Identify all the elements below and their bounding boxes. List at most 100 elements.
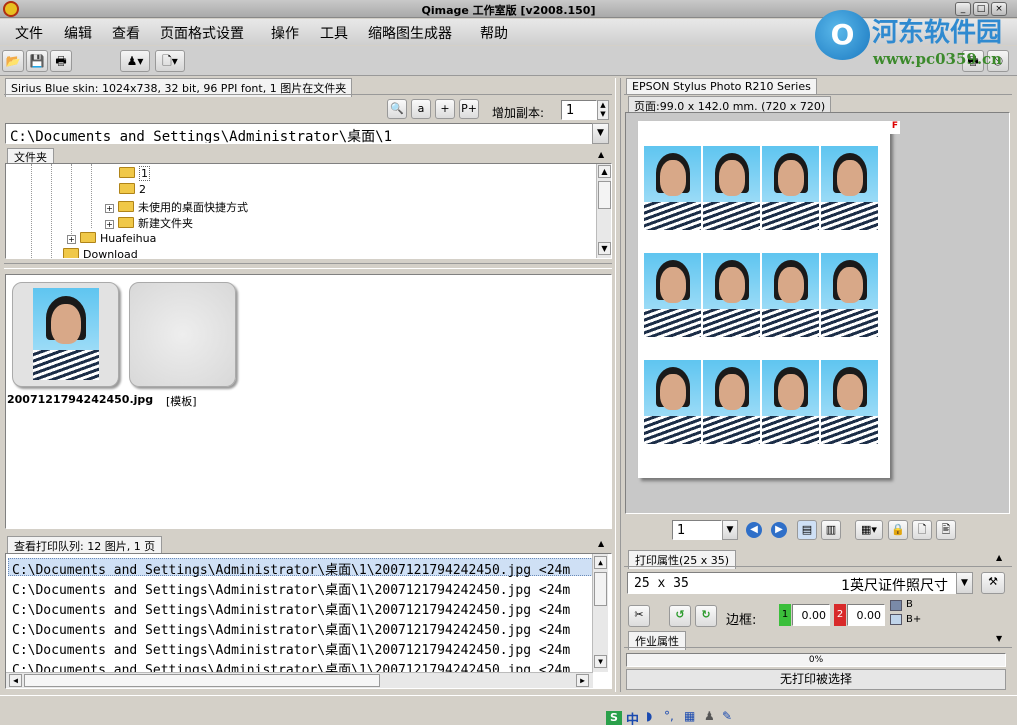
tree-node[interactable]: + Huafeihua: [67, 232, 156, 245]
expand-icon[interactable]: +: [105, 220, 114, 229]
page-preview[interactable]: [638, 121, 890, 478]
thumbnail-photo[interactable]: [12, 282, 119, 387]
tree-node[interactable]: + 新建文件夹: [105, 215, 193, 231]
menu-tools[interactable]: 工具: [320, 23, 348, 43]
queue-row[interactable]: C:\Documents and Settings\Administrator\…: [12, 619, 570, 638]
collapse-props-icon[interactable]: ▲: [996, 553, 1002, 562]
printer-tab[interactable]: EPSON Stylus Photo R210 Series: [626, 78, 817, 94]
layout-photo[interactable]: [762, 253, 819, 337]
tree-node[interactable]: 1: [119, 166, 150, 181]
collapse-queue-icon[interactable]: ▲: [598, 539, 604, 548]
add-icon[interactable]: +: [435, 99, 455, 119]
layout-photo[interactable]: [821, 360, 878, 444]
queue-row[interactable]: C:\Documents and Settings\Administrator\…: [12, 579, 570, 598]
menu-file[interactable]: 文件: [15, 23, 43, 43]
ime-language[interactable]: 中: [626, 709, 639, 725]
menu-page-format[interactable]: 页面格式设置: [160, 23, 244, 43]
collapse-tree-icon[interactable]: ▲: [598, 150, 604, 159]
path-dropdown-icon[interactable]: ▼: [592, 123, 609, 144]
rotate-left-icon[interactable]: ↺: [669, 605, 691, 627]
layout-photo[interactable]: [821, 253, 878, 337]
hscroll-thumb[interactable]: [24, 674, 380, 687]
lock-icon[interactable]: 🔒: [888, 520, 908, 540]
expand-icon[interactable]: +: [105, 204, 114, 213]
menu-edit[interactable]: 编辑: [64, 23, 92, 43]
ime-punct-icon[interactable]: °,: [664, 709, 674, 723]
prev-page-icon[interactable]: ◀: [746, 522, 762, 538]
page-dropdown-icon[interactable]: ▼: [722, 520, 738, 540]
menu-view[interactable]: 查看: [112, 23, 140, 43]
single-page-view-icon[interactable]: ▤: [797, 520, 817, 540]
ime-logo-icon[interactable]: S: [606, 711, 622, 725]
next-page-icon[interactable]: ▶: [771, 522, 787, 538]
border-2-input[interactable]: 0.00: [847, 604, 885, 626]
layout-photo[interactable]: [762, 146, 819, 230]
folder-icon: [118, 217, 134, 228]
scroll-up-icon[interactable]: ▲: [598, 165, 611, 178]
queue-row[interactable]: C:\Documents and Settings\Administrator\…: [12, 639, 570, 658]
layout-photo[interactable]: [703, 253, 760, 337]
layout-photo[interactable]: [762, 360, 819, 444]
menu-thumbnail-generator[interactable]: 缩略图生成器: [368, 23, 452, 43]
path-combo[interactable]: C:\Documents and Settings\Administrator\…: [5, 123, 595, 144]
text-a-icon[interactable]: a: [411, 99, 431, 119]
page-select[interactable]: 1: [672, 520, 722, 540]
open-folder-icon[interactable]: 📂: [2, 50, 24, 72]
crop-icon[interactable]: ✂: [628, 605, 650, 627]
border-1-input[interactable]: 0.00: [792, 604, 830, 626]
ime-settings-icon[interactable]: ✎: [722, 709, 732, 723]
menu-operation[interactable]: 操作: [271, 23, 299, 43]
rotate-right-icon[interactable]: ↻: [695, 605, 717, 627]
tree-node[interactable]: 2: [119, 183, 146, 196]
expand-icon[interactable]: +: [67, 235, 76, 244]
tree-node[interactable]: + 未使用的桌面快捷方式: [105, 199, 248, 215]
page-icon[interactable]: 🗋: [912, 520, 932, 540]
scroll-down-icon[interactable]: ▼: [598, 242, 611, 255]
copies-input[interactable]: 1: [561, 100, 597, 120]
layout-photo[interactable]: [644, 360, 701, 444]
queue-row[interactable]: C:\Documents and Settings\Administrator\…: [12, 599, 570, 618]
tree-node[interactable]: Download: [63, 248, 138, 258]
queue-row[interactable]: C:\Documents and Settings\Administrator\…: [12, 559, 570, 578]
print-status-button[interactable]: 无打印被选择: [626, 669, 1006, 690]
option-b-checkbox[interactable]: [890, 600, 902, 611]
tools-icon[interactable]: ⚒: [981, 572, 1005, 594]
multi-page-view-icon[interactable]: ▥: [821, 520, 841, 540]
expand-job-icon[interactable]: ▼: [996, 634, 1002, 643]
layout-photo[interactable]: [703, 360, 760, 444]
layout-photo[interactable]: [644, 253, 701, 337]
scroll-thumb[interactable]: [594, 572, 607, 606]
size-dropdown-icon[interactable]: ▼: [956, 572, 973, 594]
portrait-shirt: [762, 202, 819, 230]
menu-help[interactable]: 帮助: [480, 23, 508, 43]
new-page-dropdown-icon[interactable]: 🗋▾: [155, 50, 185, 72]
splitter[interactable]: [4, 263, 612, 269]
scroll-down-icon[interactable]: ▼: [594, 655, 607, 668]
copies-spinner[interactable]: ▲ ▼: [597, 100, 609, 120]
ime-keyboard-icon[interactable]: ▦: [684, 709, 695, 723]
thumbnail-template[interactable]: [129, 282, 236, 387]
add-page-icon[interactable]: P+: [459, 99, 479, 119]
option-bplus-checkbox[interactable]: [890, 614, 902, 625]
save-icon[interactable]: 💾: [26, 50, 48, 72]
ime-user-icon[interactable]: ♟: [704, 709, 715, 723]
scroll-thumb[interactable]: [598, 181, 611, 209]
divider: [624, 566, 1012, 567]
vertical-splitter[interactable]: [615, 78, 621, 692]
scroll-left-icon[interactable]: ◀: [9, 674, 22, 687]
layout-photo[interactable]: [703, 146, 760, 230]
ime-moon-icon[interactable]: ◗: [646, 709, 652, 723]
queue-scrollbar[interactable]: ▲ ▼: [592, 554, 608, 672]
tree-scrollbar[interactable]: ▲ ▼: [596, 164, 611, 258]
page-edit-icon[interactable]: 🖹: [936, 520, 956, 540]
queue-hscrollbar[interactable]: ◀ ▶: [6, 672, 593, 688]
grid-layout-icon[interactable]: ▦▾: [855, 520, 883, 540]
search-a-icon[interactable]: 🔍: [387, 99, 407, 119]
print-icon[interactable]: 🖶: [50, 50, 72, 72]
layout-photo[interactable]: [821, 146, 878, 230]
scroll-up-icon[interactable]: ▲: [594, 556, 607, 569]
scroll-right-icon[interactable]: ▶: [576, 674, 589, 687]
layout-photo[interactable]: [644, 146, 701, 230]
person-dropdown-icon[interactable]: ♟▾: [120, 50, 150, 72]
print-size-combo[interactable]: 25 x 35 1英尺证件照尺寸: [627, 572, 957, 594]
